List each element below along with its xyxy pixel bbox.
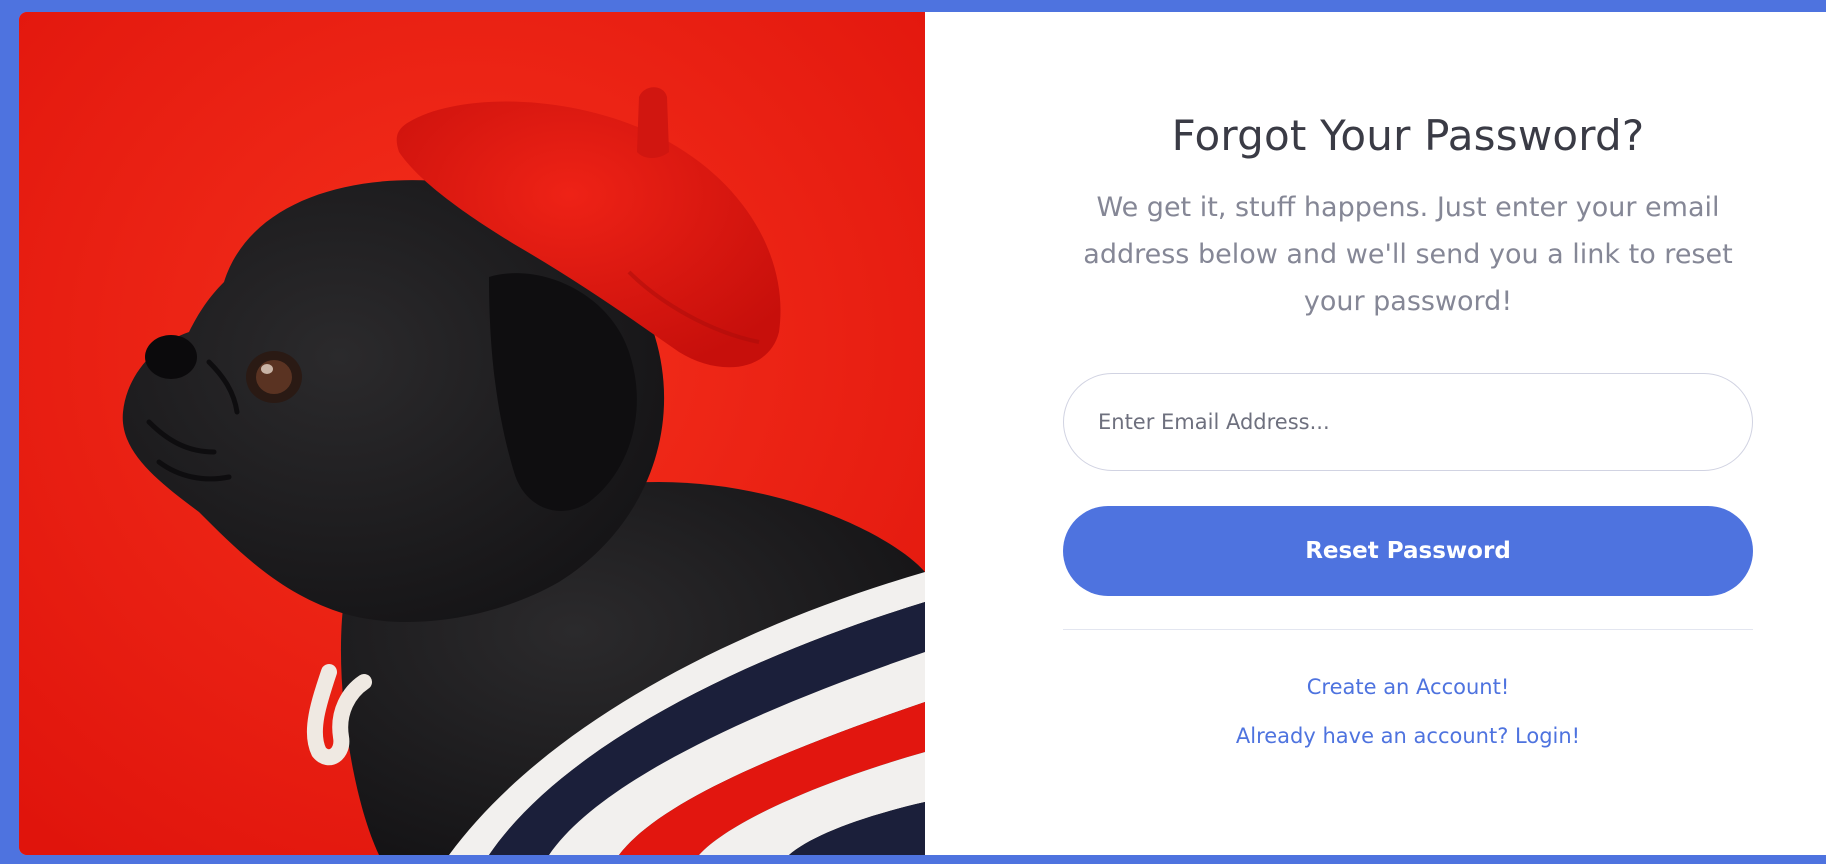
pug-photo: [19, 12, 925, 855]
pug-illustration: [19, 12, 925, 855]
form-panel: Forgot Your Password? We get it, stuff h…: [925, 12, 1826, 855]
email-input[interactable]: [1063, 373, 1753, 471]
page-title: Forgot Your Password?: [1171, 111, 1645, 160]
divider: [1063, 629, 1753, 630]
forgot-password-card: Forgot Your Password? We get it, stuff h…: [19, 12, 1826, 855]
dog-nose: [145, 335, 197, 379]
page-subtitle: We get it, stuff happens. Just enter you…: [1083, 192, 1733, 317]
create-account-link[interactable]: Create an Account!: [1063, 672, 1753, 702]
reset-password-button[interactable]: Reset Password: [1063, 506, 1753, 596]
beret-stem: [637, 87, 669, 158]
login-link[interactable]: Already have an account? Login!: [1063, 721, 1753, 751]
